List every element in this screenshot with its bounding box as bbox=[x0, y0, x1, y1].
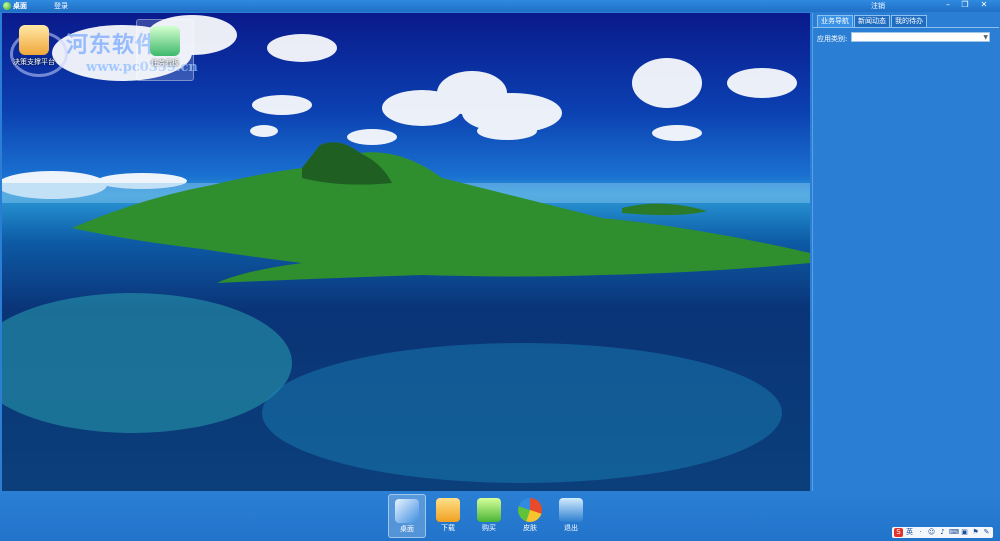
tab-my-todo[interactable]: 我的待办 bbox=[891, 15, 927, 27]
dock-exit[interactable]: 退出 bbox=[553, 494, 589, 536]
desktop-area: 河东软件园 www.pc0359.cn 决策支撑平台 任务看板 bbox=[2, 13, 810, 491]
tasks-icon bbox=[150, 26, 180, 56]
desktop-shortcut-tasks[interactable]: 任务看板 bbox=[136, 19, 194, 81]
ime-tray: S 英 · ☺ ♪ ⌨ ▣ ⚑ ✎ bbox=[892, 527, 993, 538]
dock-label: 下载 bbox=[441, 524, 455, 532]
dock-label: 退出 bbox=[564, 524, 578, 532]
platform-icon bbox=[19, 25, 49, 55]
side-panel: 业务导航 新闻动态 我的待办 应用类别: ▼ bbox=[812, 13, 999, 491]
category-select[interactable]: ▼ bbox=[851, 32, 990, 42]
punctuation-icon[interactable]: · bbox=[916, 528, 925, 537]
app-logo-icon bbox=[3, 2, 11, 10]
download-folder-icon bbox=[436, 498, 460, 522]
soft-store-icon bbox=[477, 498, 501, 522]
desktop-shortcut-platform[interactable]: 决策支撑平台 bbox=[6, 19, 62, 79]
dock-download[interactable]: 下载 bbox=[430, 494, 466, 536]
toolbox-icon[interactable]: ▣ bbox=[960, 528, 969, 537]
dock-buy[interactable]: 购买 bbox=[471, 494, 507, 536]
keyboard-icon[interactable]: ⌨ bbox=[949, 528, 959, 537]
desktop-shortcut-label: 任务看板 bbox=[151, 59, 179, 67]
category-label: 应用类别: bbox=[817, 35, 848, 43]
login-menu[interactable]: 登录 bbox=[54, 2, 68, 10]
dock-label: 桌面 bbox=[400, 525, 414, 533]
skin-icon[interactable]: ⚑ bbox=[971, 528, 980, 537]
dock-skin[interactable]: 皮肤 bbox=[512, 494, 548, 536]
maximize-button[interactable]: ❐ bbox=[958, 0, 972, 10]
taskbar: 桌面 下载 购买 皮肤 退出 S 英 · ☺ ♪ ⌨ ▣ ⚑ ✎ bbox=[0, 491, 1000, 541]
exit-icon bbox=[559, 498, 583, 522]
emoji-icon[interactable]: ☺ bbox=[927, 528, 936, 537]
sogou-ime-icon[interactable]: S bbox=[894, 528, 903, 537]
panel-tabs: 业务导航 新闻动态 我的待办 bbox=[817, 15, 927, 27]
title-bar: 桌面 登录 注销 – ❐ ✕ bbox=[0, 0, 1000, 12]
desktop-icon bbox=[395, 499, 419, 523]
island-wallpaper bbox=[2, 15, 810, 483]
skin-palette-icon bbox=[518, 498, 542, 522]
dock-desktop[interactable]: 桌面 bbox=[388, 494, 426, 538]
window-title: 桌面 bbox=[13, 2, 27, 10]
dock-label: 皮肤 bbox=[523, 524, 537, 532]
voice-icon[interactable]: ♪ bbox=[938, 528, 947, 537]
dock-label: 购买 bbox=[482, 524, 496, 532]
logout-button[interactable]: 注销 bbox=[871, 2, 885, 10]
language-toggle[interactable]: 英 bbox=[905, 528, 914, 537]
tab-news[interactable]: 新闻动态 bbox=[854, 15, 890, 27]
tab-business-nav[interactable]: 业务导航 bbox=[817, 15, 853, 27]
minimize-button[interactable]: – bbox=[941, 0, 955, 10]
settings-wrench-icon[interactable]: ✎ bbox=[982, 528, 991, 537]
chevron-down-icon: ▼ bbox=[983, 34, 988, 41]
close-button[interactable]: ✕ bbox=[977, 0, 991, 10]
tab-divider bbox=[813, 27, 999, 28]
desktop-shortcut-label: 决策支撑平台 bbox=[13, 58, 55, 66]
